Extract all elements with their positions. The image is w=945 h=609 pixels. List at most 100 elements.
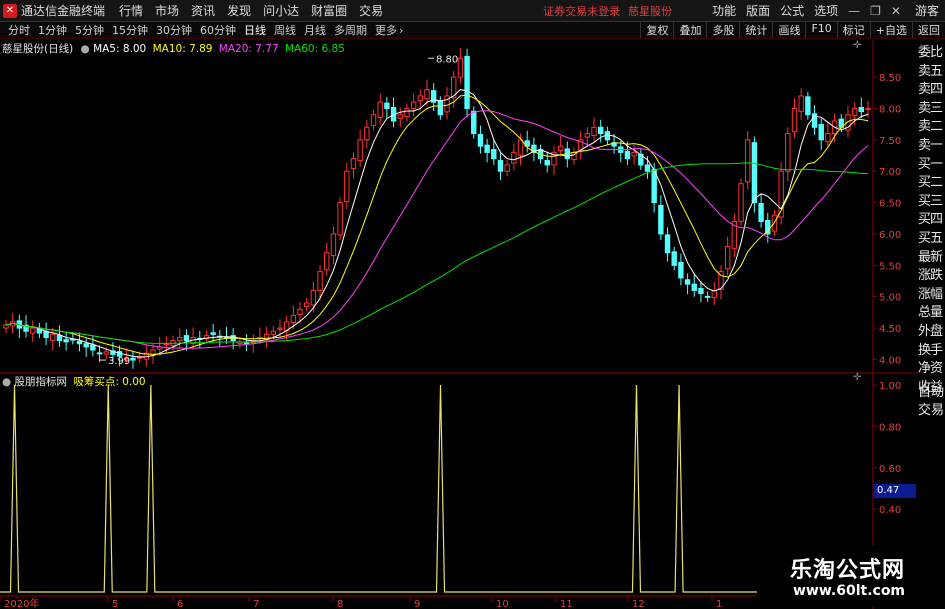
app-name: 通达信金融终端 (21, 4, 106, 18)
candle-body (484, 144, 490, 153)
period-15min[interactable]: 15分钟 (112, 22, 148, 38)
candle-body (417, 95, 423, 101)
side-item[interactable]: 总量 (918, 304, 945, 323)
auto-trade-line2[interactable]: 交易 (918, 402, 945, 420)
candle-body (591, 126, 597, 136)
candle-body (624, 150, 631, 160)
side-item[interactable]: 卖三 (918, 100, 945, 119)
period-60min[interactable]: 60分钟 (200, 22, 236, 38)
side-item[interactable]: 卖二 (918, 118, 945, 137)
price-tick-label: 4.00 (879, 355, 901, 366)
side-item[interactable]: 买一 (918, 156, 945, 175)
side-item[interactable]: 涨跌 (918, 267, 945, 286)
period-multi[interactable]: 多周期 (334, 22, 367, 38)
menu-formula[interactable]: 公式 (780, 2, 804, 19)
close-icon[interactable]: ✕ (891, 4, 901, 18)
guest-label[interactable]: 游客 (915, 2, 939, 19)
candle-body (303, 302, 310, 307)
indicator-tick-label: 0.80 (879, 422, 901, 433)
restore-icon[interactable]: ❐ (870, 4, 881, 18)
watermark: 乐淘公式网 www.60lt.com (757, 546, 919, 606)
stock-link[interactable]: 慈星股份 (628, 3, 672, 19)
menu-market[interactable]: 市场 (155, 2, 179, 19)
date-tick-label: 11 (560, 599, 573, 609)
period-daily[interactable]: 日线 (244, 22, 266, 38)
side-item[interactable]: 卖一 (918, 137, 945, 156)
side-item[interactable]: 外盘 (918, 323, 945, 342)
stock-title[interactable]: 慈星股份(日线) (2, 43, 73, 55)
candle-body (851, 107, 858, 117)
overlay-button[interactable]: 叠加 (673, 22, 706, 38)
candle-body (76, 340, 83, 345)
login-notice[interactable]: 证券交易未登录 (543, 3, 620, 19)
period-more[interactable]: 更多 (375, 22, 397, 38)
settings-circle-icon[interactable]: ● (2, 376, 11, 388)
side-item[interactable]: 涨幅 (918, 286, 945, 305)
side-item[interactable]: 买三 (918, 193, 945, 212)
add-favorite-button[interactable]: +自选 (869, 22, 912, 38)
candle-body (751, 142, 758, 204)
draw-line-button[interactable]: 画线 (772, 22, 805, 38)
candle-body (424, 89, 430, 100)
ma10-label: MA10: 7.89 (152, 43, 213, 55)
side-item[interactable]: 换手 (918, 342, 945, 361)
period-toolbar: 分时 1分钟 5分钟 15分钟 30分钟 60分钟 日线 周线 月线 多周期 更… (0, 22, 945, 39)
stats-button[interactable]: 统计 (739, 22, 772, 38)
period-timeshare[interactable]: 分时 (8, 22, 30, 38)
menu-options[interactable]: 选项 (814, 2, 838, 19)
side-item[interactable]: 买二 (918, 174, 945, 193)
candle-body (310, 289, 317, 306)
candle-body (504, 164, 510, 172)
side-item[interactable]: 委比 (918, 44, 945, 63)
period-weekly[interactable]: 周线 (274, 22, 296, 38)
price-tick-label: 4.50 (879, 324, 901, 335)
adjust-button[interactable]: 复权 (640, 22, 673, 38)
date-tick-label: 12 (632, 599, 645, 609)
chevron-right-icon[interactable]: › (399, 24, 403, 37)
auto-trade-line1[interactable]: 自动 (918, 384, 945, 402)
side-item[interactable]: 买四 (918, 211, 945, 230)
candle-body (691, 283, 697, 291)
candle-body (90, 344, 96, 351)
candle-body (865, 107, 871, 110)
menu-trade[interactable]: 交易 (359, 2, 383, 19)
menu-discover[interactable]: 发现 (227, 2, 251, 19)
side-item[interactable]: 卖五 (918, 63, 945, 82)
multi-stock-button[interactable]: 多股 (706, 22, 739, 38)
candle-body (745, 139, 751, 183)
candle-body (357, 139, 363, 162)
candle-body (664, 234, 671, 254)
candle-body (805, 96, 811, 116)
kline-chart[interactable]: 8.50 8.00 7.50 7.00 6.50 6.00 5.50 5.00 4.50 4.00… (0, 40, 918, 609)
period-1min[interactable]: 1分钟 (38, 22, 67, 38)
candle-body (243, 342, 250, 345)
candle-body (290, 315, 297, 324)
period-5min[interactable]: 5分钟 (75, 22, 104, 38)
menu-news[interactable]: 资讯 (191, 2, 215, 19)
side-item[interactable]: 净资 (918, 360, 945, 379)
menu-function[interactable]: 功能 (712, 2, 736, 19)
menu-layout[interactable]: 版面 (746, 2, 770, 19)
settings-circle-icon[interactable]: ● (81, 43, 90, 55)
side-item[interactable]: 卖四 (918, 81, 945, 100)
low-label: 3.99 (108, 356, 130, 367)
auto-trade-panel[interactable]: 自动 交易 (918, 384, 945, 420)
minimize-icon[interactable]: — (848, 4, 860, 18)
period-30min[interactable]: 30分钟 (156, 22, 192, 38)
menu-quotes[interactable]: 行情 (119, 2, 143, 19)
candle-body (497, 160, 504, 172)
period-monthly[interactable]: 月线 (304, 22, 326, 38)
date-tick-label: 9 (414, 599, 420, 609)
menu-ask[interactable]: 问小达 (263, 2, 299, 19)
f10-button[interactable]: F10 (805, 22, 836, 38)
menu-wealth[interactable]: 财富圈 (311, 2, 347, 19)
indicator-name[interactable]: 股朋指标网 (15, 376, 68, 388)
side-item[interactable]: 最新 (918, 249, 945, 268)
back-button[interactable]: 返回 (912, 22, 945, 38)
quote-side-panel: 委比 卖五 卖四 卖三 卖二 卖一 买一 买二 买三 买四 买五 最新 涨跌 涨幅 总量 外盘 换手 净资 收益 (918, 44, 945, 397)
candle-body (297, 308, 303, 316)
side-item[interactable]: 买五 (918, 230, 945, 249)
candle-body (658, 204, 664, 235)
candle-body (798, 95, 804, 112)
mark-button[interactable]: 标记 (836, 22, 870, 38)
